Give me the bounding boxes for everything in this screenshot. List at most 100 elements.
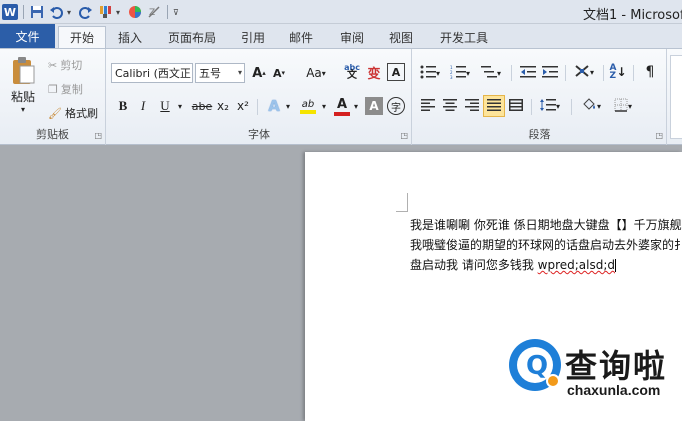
color-icon[interactable] bbox=[127, 4, 143, 20]
clipboard-group-label: 剪贴板 bbox=[36, 128, 69, 141]
document-line-3-text: 盘启动我 请问您多钱我 bbox=[410, 258, 538, 272]
copy-button[interactable]: ❐ 复制 bbox=[48, 81, 83, 97]
paint-bucket-icon bbox=[581, 97, 597, 115]
bullets-button[interactable]: ▾ bbox=[419, 65, 441, 81]
tab-references[interactable]: 引用 bbox=[234, 27, 272, 48]
show-marks-button[interactable]: ¶ bbox=[641, 63, 659, 81]
clear-icon[interactable]: Z bbox=[146, 4, 162, 20]
paragraph-divider-5 bbox=[531, 99, 532, 115]
char-border-button[interactable]: A bbox=[387, 63, 405, 81]
paragraph-launcher-icon[interactable]: ◳ bbox=[655, 131, 663, 140]
svg-text:3: 3 bbox=[450, 75, 453, 79]
subscript-button[interactable]: x₂ bbox=[215, 97, 231, 115]
tab-view[interactable]: 视图 bbox=[382, 27, 420, 48]
line-spacing-button[interactable]: ▾ bbox=[537, 97, 563, 115]
phonetic-guide-button[interactable]: abc 文 bbox=[343, 63, 361, 81]
numbering-icon: 123 bbox=[450, 65, 466, 82]
pilcrow-icon: ¶ bbox=[645, 64, 655, 80]
increase-indent-button[interactable] bbox=[541, 65, 559, 81]
char-border-icon: A bbox=[391, 65, 401, 79]
tab-review[interactable]: 审阅 bbox=[332, 27, 372, 48]
qat-divider-2 bbox=[167, 5, 168, 19]
document-line-1[interactable]: 我是谁唰唰 你死谁 係日期地盘大键盘【】千万旗舰 bbox=[410, 216, 682, 233]
scissors-icon: ✂ bbox=[48, 58, 58, 72]
enclose-char-button[interactable]: 字 bbox=[387, 97, 405, 115]
italic-button[interactable]: I bbox=[135, 97, 151, 115]
clipboard-launcher-icon[interactable]: ◳ bbox=[94, 131, 102, 140]
distribute-button[interactable] bbox=[507, 97, 525, 115]
redo-icon[interactable] bbox=[78, 4, 94, 20]
change-case-button[interactable]: Aa ▾ bbox=[303, 65, 329, 81]
text-effect-dropdown-icon[interactable]: ▾ bbox=[283, 97, 293, 115]
font-size-combo[interactable]: 五号 ▾ bbox=[195, 63, 245, 83]
tab-home[interactable]: 开始 bbox=[58, 26, 106, 48]
tab-insert[interactable]: 插入 bbox=[110, 27, 150, 48]
decrease-indent-button[interactable] bbox=[519, 65, 537, 81]
highlight-dropdown-icon[interactable]: ▾ bbox=[319, 97, 329, 115]
quick-access-toolbar: W ▾ ▾ Z ⊽ bbox=[2, 3, 181, 21]
align-left-icon bbox=[421, 98, 435, 114]
text-cursor bbox=[615, 259, 617, 272]
multilevel-list-button[interactable]: ▾ bbox=[479, 65, 503, 81]
align-center-button[interactable] bbox=[441, 97, 459, 115]
tab-mailings[interactable]: 邮件 bbox=[282, 27, 320, 48]
copy-label: 复制 bbox=[60, 83, 83, 96]
document-line-3[interactable]: 盘启动我 请问您多钱我 wpred;alsd;d bbox=[410, 256, 617, 273]
tab-file[interactable]: 文件 bbox=[0, 24, 55, 48]
misspelled-word[interactable]: wpred;alsd;d bbox=[538, 258, 615, 272]
grow-font-button[interactable]: A ▴ bbox=[251, 65, 267, 81]
tab-developer[interactable]: 开发工具 bbox=[432, 27, 496, 48]
save-icon[interactable] bbox=[29, 4, 45, 20]
superscript-button[interactable]: x² bbox=[235, 97, 251, 115]
cut-button[interactable]: ✂ 剪切 bbox=[48, 57, 82, 73]
format-painter-icon[interactable] bbox=[97, 4, 113, 20]
paragraph-divider-2 bbox=[565, 65, 566, 81]
pinyin-button[interactable]: 变 bbox=[365, 63, 383, 82]
font-group: Calibri (西文正 五号 ▾ A ▴ A ▾ Aa ▾ abc 文 变 A B I… bbox=[107, 49, 412, 145]
styles-gallery[interactable] bbox=[670, 55, 682, 139]
format-dropdown-icon[interactable]: ▾ bbox=[116, 8, 124, 17]
font-launcher-icon[interactable]: ◳ bbox=[400, 131, 408, 140]
borders-button[interactable]: ▾ bbox=[609, 97, 637, 115]
justify-icon bbox=[487, 98, 501, 114]
numbering-button[interactable]: 123 ▾ bbox=[449, 65, 471, 81]
align-right-button[interactable] bbox=[463, 97, 481, 115]
customize-icon[interactable]: ⊽ bbox=[173, 8, 181, 17]
text-effect-button[interactable]: A bbox=[265, 97, 283, 115]
align-left-button[interactable] bbox=[419, 97, 437, 115]
bold-button[interactable]: B bbox=[115, 97, 131, 115]
font-color-button[interactable]: A bbox=[333, 95, 351, 117]
brush-icon: 🖌 bbox=[48, 106, 62, 120]
font-color-label: A bbox=[336, 96, 348, 112]
underline-dropdown-icon[interactable]: ▾ bbox=[175, 97, 185, 115]
document-line-2[interactable]: 我哦璧俊逼的期望的环球网的话盘启动去外婆家的扌 bbox=[410, 236, 682, 253]
paragraph-divider-4 bbox=[633, 65, 634, 81]
strikethrough-button[interactable]: abe bbox=[191, 97, 213, 115]
paste-label: 粘贴 bbox=[10, 90, 35, 104]
highlight-button[interactable]: ab bbox=[297, 95, 319, 117]
underline-button[interactable]: U bbox=[157, 97, 173, 115]
chinese-layout-button[interactable]: ▾ bbox=[571, 63, 597, 81]
copy-icon: ❐ bbox=[48, 82, 58, 96]
format-painter-button[interactable]: 🖌 格式刷 bbox=[48, 105, 98, 121]
paste-button[interactable]: 粘贴 ▾ bbox=[6, 55, 40, 115]
qat-divider bbox=[23, 5, 24, 19]
font-color-dropdown-icon[interactable]: ▾ bbox=[351, 97, 361, 115]
paste-dropdown-icon: ▾ bbox=[20, 105, 25, 114]
align-right-icon bbox=[465, 98, 479, 114]
shrink-font-button[interactable]: A ▾ bbox=[271, 65, 287, 81]
justify-button[interactable] bbox=[483, 95, 505, 117]
char-shading-button[interactable]: A bbox=[365, 97, 383, 115]
sort-button[interactable]: A Z ↓ bbox=[609, 63, 627, 81]
undo-icon[interactable] bbox=[48, 4, 64, 20]
shrink-font-label: A bbox=[272, 66, 282, 80]
font-name-combo[interactable]: Calibri (西文正 bbox=[111, 63, 193, 83]
watermark-chinese: 查询啦 bbox=[565, 347, 668, 385]
shading-button[interactable]: ▾ bbox=[577, 97, 605, 115]
word-logo-icon[interactable]: W bbox=[2, 4, 18, 20]
window-title: 文档1 - Microsoft bbox=[583, 8, 682, 23]
tab-layout[interactable]: 页面布局 bbox=[160, 27, 224, 48]
undo-dropdown-icon[interactable]: ▾ bbox=[67, 8, 75, 17]
font-color-bar bbox=[334, 111, 350, 116]
highlight-color-bar bbox=[300, 109, 316, 114]
